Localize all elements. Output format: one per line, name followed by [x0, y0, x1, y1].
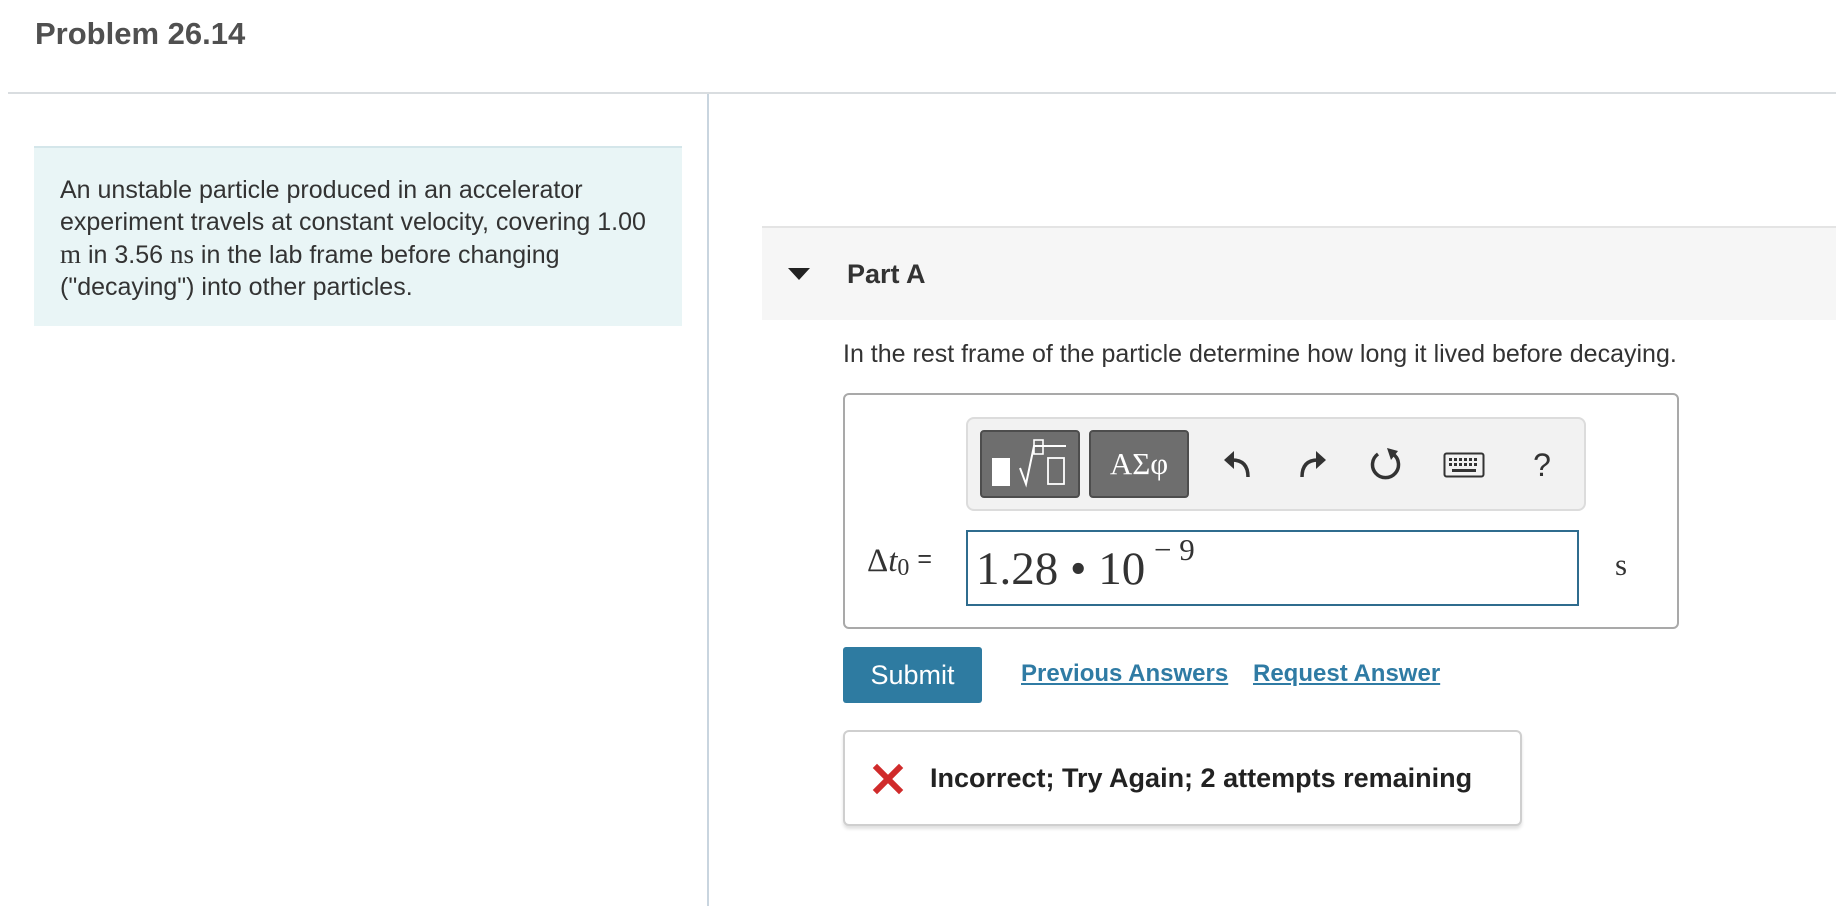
answer-exponent: − 9 — [1154, 532, 1195, 567]
undo-icon — [1224, 451, 1250, 478]
title-divider — [8, 92, 1836, 94]
incorrect-x-icon — [872, 763, 904, 795]
feedback-message: Incorrect; Try Again; 2 attempts remaini… — [930, 763, 1473, 793]
request-answer-link[interactable]: Request Answer — [1253, 660, 1440, 688]
equals-sign: = — [917, 545, 933, 573]
templates-icon — [992, 439, 1066, 488]
answer-mantissa: 1.28 • 10 — [976, 543, 1146, 595]
reset-button[interactable] — [1364, 443, 1408, 487]
keyboard-icon — [1443, 452, 1485, 478]
part-a-question: In the rest frame of the particle determ… — [843, 340, 1677, 368]
answer-variable-label: Δt0 = — [867, 543, 932, 582]
problem-text-1: An unstable particle produced in an acce… — [60, 176, 646, 236]
variable-subscript: 0 — [897, 555, 910, 581]
problem-text-2: in 3.56 — [81, 241, 170, 269]
unit-meters: m — [60, 239, 82, 269]
reset-icon — [1370, 448, 1401, 480]
answer-input[interactable]: 1.28 • 10 − 9 — [966, 530, 1579, 606]
help-icon[interactable]: ? — [1520, 443, 1564, 487]
page-title: Problem 26.14 — [35, 16, 246, 51]
feedback-box: Incorrect; Try Again; 2 attempts remaini… — [843, 730, 1522, 826]
undo-button[interactable] — [1216, 443, 1260, 487]
answer-unit: s — [1615, 547, 1628, 582]
redo-icon — [1300, 451, 1326, 478]
part-a-title: Part A — [847, 259, 926, 289]
submit-button[interactable]: Submit — [843, 647, 982, 703]
keyboard-button[interactable] — [1442, 443, 1486, 487]
problem-statement: An unstable particle produced in an acce… — [34, 146, 682, 326]
column-divider — [707, 94, 709, 906]
answer-box: ΑΣφ ? Δt0 = 1.28 • 10 − 9 s — [843, 393, 1679, 629]
templates-button[interactable] — [980, 430, 1080, 498]
previous-answers-link[interactable]: Previous Answers — [1021, 660, 1228, 688]
delta-symbol: Δ — [867, 543, 889, 579]
unit-nanoseconds: ns — [169, 239, 194, 269]
redo-button[interactable] — [1290, 443, 1334, 487]
math-toolbar: ΑΣφ ? — [966, 417, 1586, 511]
part-a-header[interactable]: Part A — [762, 226, 1836, 320]
collapse-caret-icon[interactable] — [788, 268, 810, 280]
greek-symbols-button[interactable]: ΑΣφ — [1089, 430, 1189, 498]
